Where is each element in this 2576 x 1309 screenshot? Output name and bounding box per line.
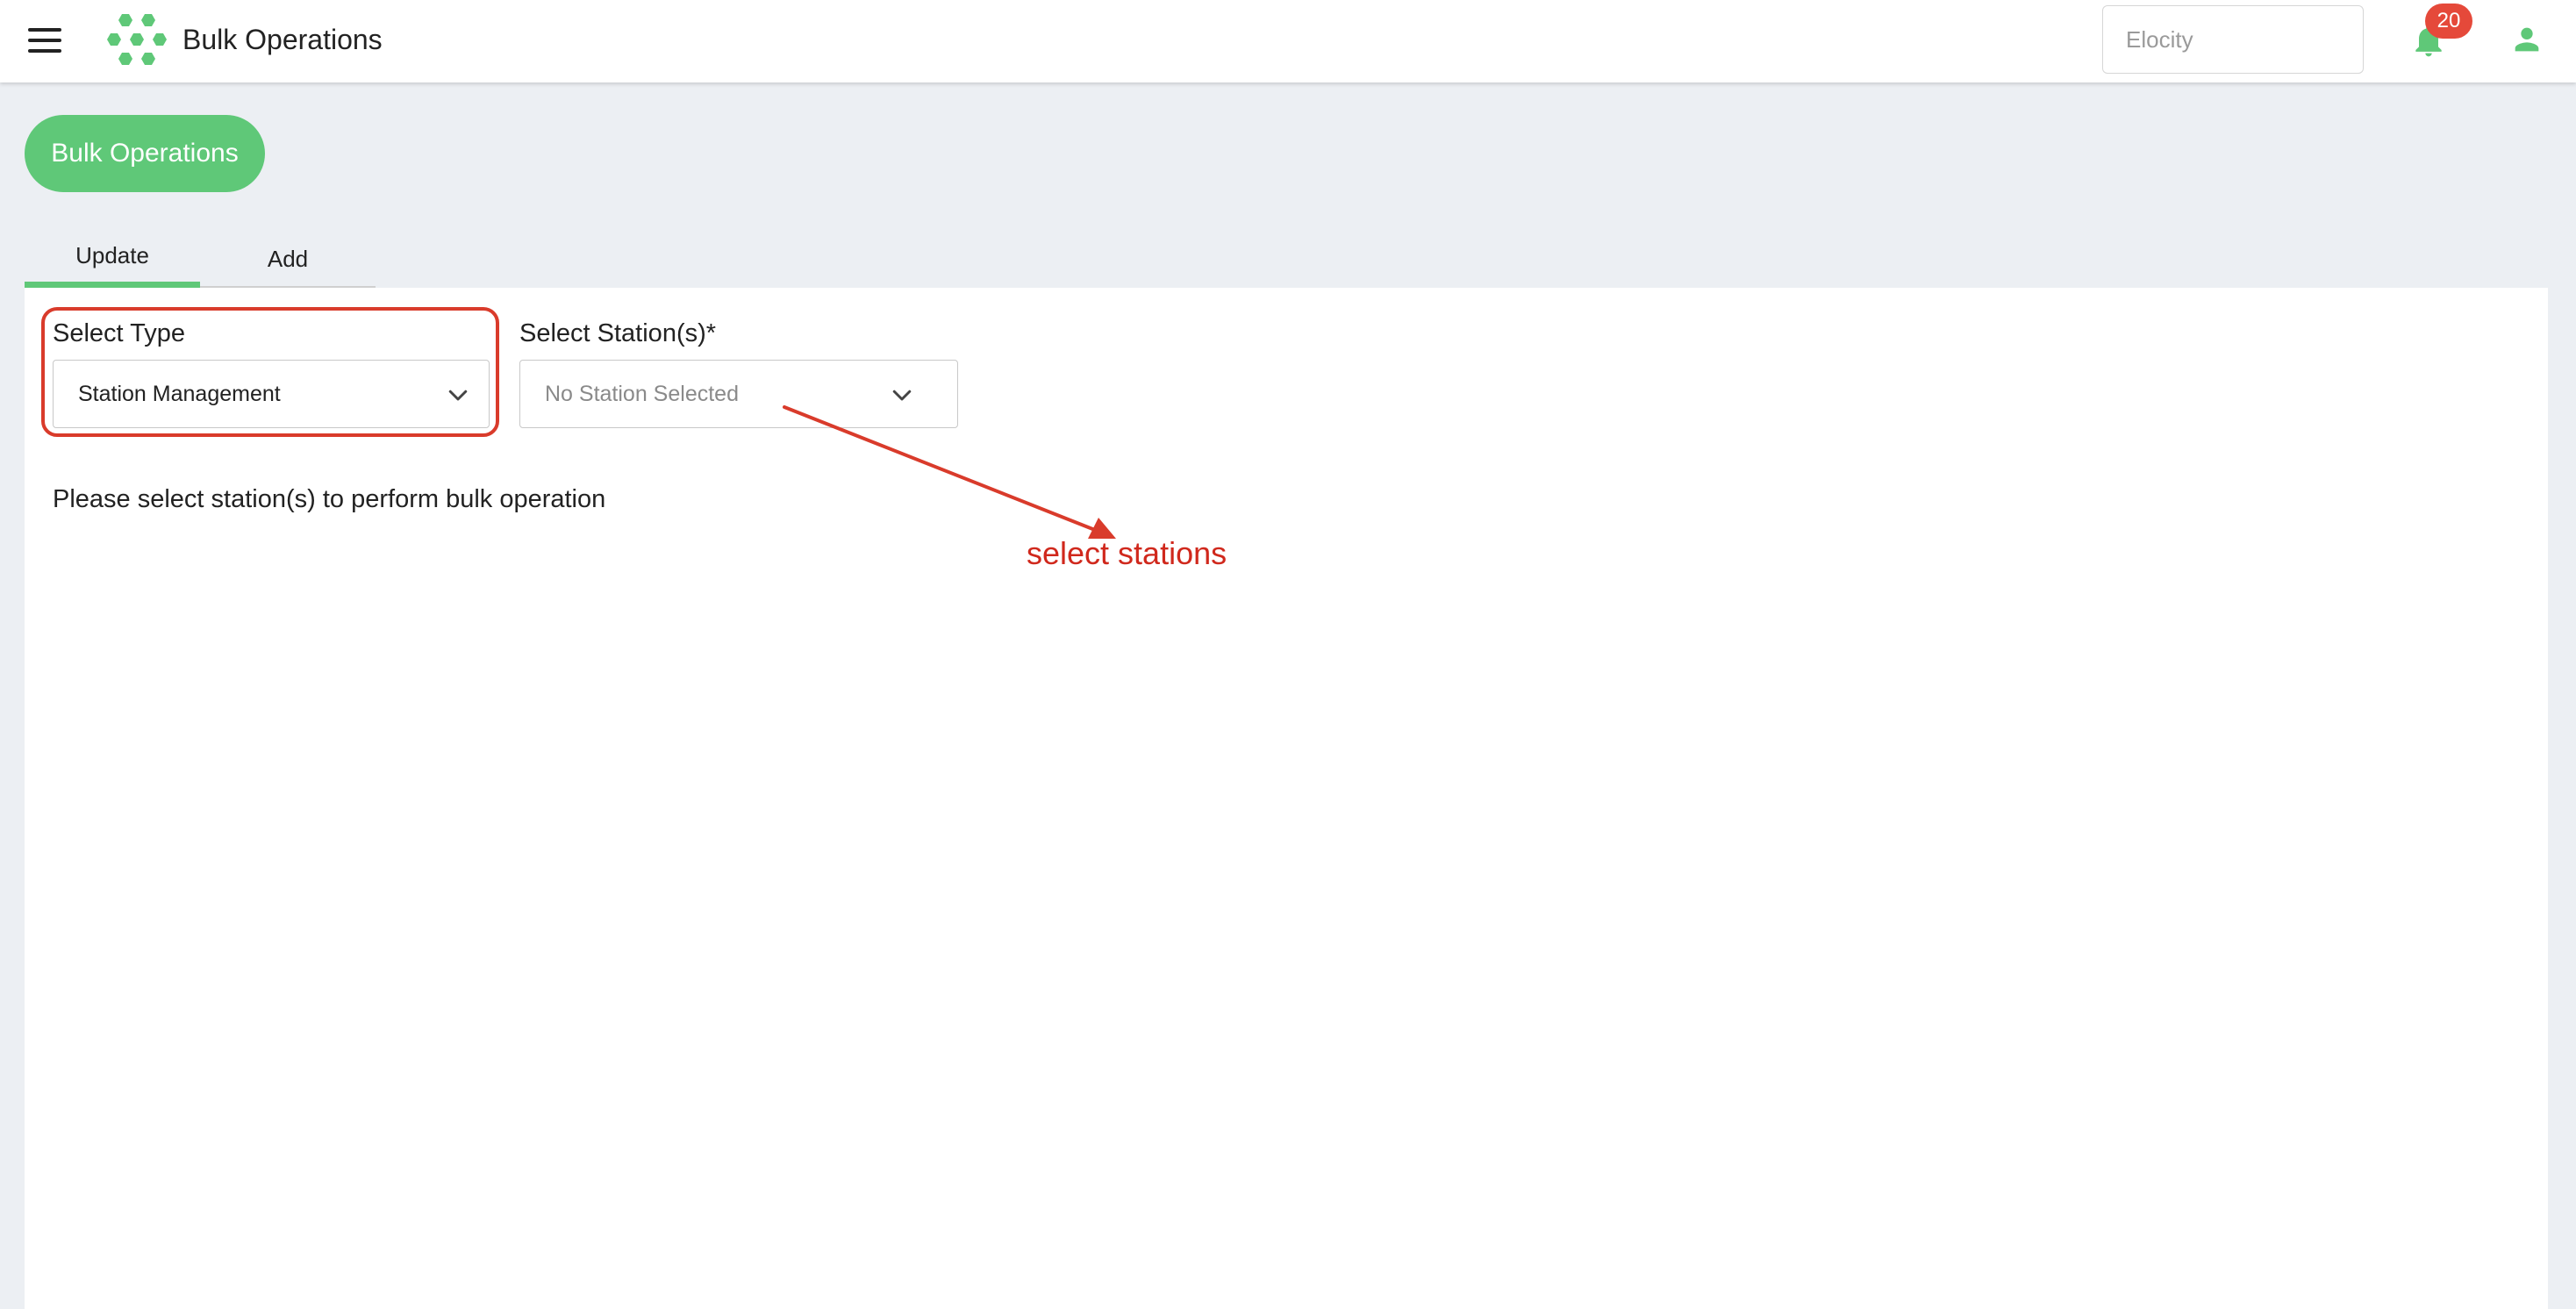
annotation-highlight-box <box>41 307 499 437</box>
hamburger-menu-icon[interactable] <box>26 26 65 56</box>
bulk-operations-button[interactable]: Bulk Operations <box>25 115 265 192</box>
select-stations-placeholder: No Station Selected <box>545 382 739 406</box>
top-bar: Bulk Operations 20 <box>0 0 2576 82</box>
helper-text: Please select station(s) to perform bulk… <box>53 485 606 513</box>
active-tab-indicator <box>25 282 200 288</box>
tab-add[interactable]: Add <box>200 223 376 288</box>
content-panel <box>25 288 2548 1309</box>
user-icon[interactable] <box>2509 21 2544 58</box>
tab-update[interactable]: Update <box>25 223 200 288</box>
annotation-label: select stations <box>1027 535 1227 571</box>
annotation-arrow-icon <box>783 405 1116 539</box>
org-search-input[interactable] <box>2102 5 2364 74</box>
page-title: Bulk Operations <box>182 24 383 55</box>
notification-badge: 20 <box>2425 4 2472 39</box>
tab-add-label: Add <box>267 246 309 272</box>
select-stations-label: Select Station(s)* <box>519 319 717 347</box>
app-logo-icon <box>107 14 167 65</box>
tab-update-label: Update <box>75 242 149 268</box>
